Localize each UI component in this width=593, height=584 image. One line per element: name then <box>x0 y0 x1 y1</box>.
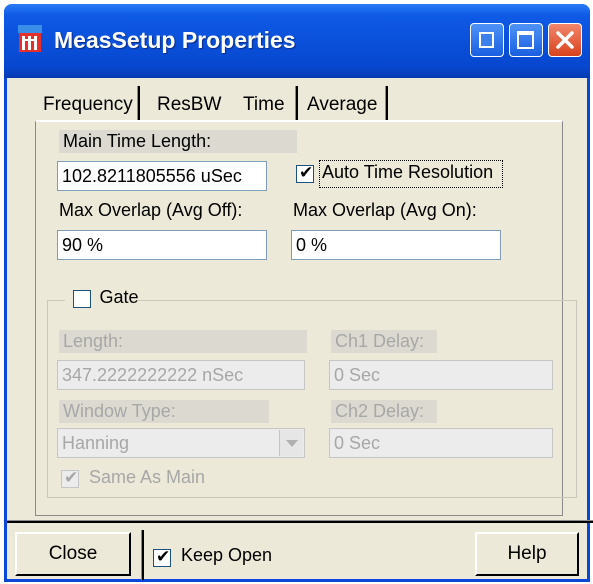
close-icon <box>556 31 574 49</box>
tab-average[interactable]: Average <box>307 88 377 122</box>
close-window-button[interactable] <box>548 23 582 57</box>
ch1-delay-label: Ch1 Delay: <box>331 330 437 353</box>
window-type-select[interactable]: Hanning <box>57 428 305 458</box>
keep-open-checkbox[interactable]: ✔ <box>153 547 171 567</box>
main-time-length-input[interactable]: 102.8211805556 uSec <box>57 161 267 191</box>
title-bar[interactable]: MeasSetup Properties <box>4 4 590 78</box>
tab-resbw[interactable]: ResBW <box>157 88 221 122</box>
same-as-main-label[interactable]: Same As Main <box>89 467 205 488</box>
dialog-window: MeasSetup Properties Frequency ResBW Tim… <box>4 4 593 582</box>
minimize-icon <box>479 32 494 48</box>
max-overlap-avg-on-input[interactable]: 0 % <box>291 230 501 260</box>
window-title: MeasSetup Properties <box>54 27 296 53</box>
tab-frequency[interactable]: Frequency <box>43 88 133 122</box>
ch1-delay-input[interactable]: 0 Sec <box>329 360 553 390</box>
max-overlap-avg-off-input[interactable]: 90 % <box>57 230 267 260</box>
tab-divider <box>295 86 298 120</box>
window-type-label: Window Type: <box>59 400 269 423</box>
tab-divider <box>385 86 388 120</box>
gate-group-title: Gate <box>65 287 138 313</box>
tab-time[interactable]: Time <box>243 88 285 122</box>
footer-divider <box>141 530 144 580</box>
minimize-button[interactable] <box>470 23 504 57</box>
ch2-delay-input[interactable]: 0 Sec <box>329 428 553 458</box>
tab-divider <box>137 86 140 120</box>
gate-label[interactable]: Gate <box>99 287 138 307</box>
checkmark-icon: ✔ <box>299 163 314 182</box>
window-type-value: Hanning <box>62 433 130 453</box>
gate-checkbox[interactable] <box>73 290 91 308</box>
auto-time-resolution-checkbox[interactable]: ✔ <box>296 163 314 183</box>
close-button[interactable]: Close <box>15 532 131 576</box>
ch2-delay-label: Ch2 Delay: <box>331 400 437 423</box>
checkmark-icon: ✔ <box>64 468 79 487</box>
dropdown-button[interactable] <box>279 430 303 456</box>
maximize-button[interactable] <box>509 23 543 57</box>
maximize-icon <box>517 31 534 49</box>
max-overlap-avg-on-label: Max Overlap (Avg On): <box>293 200 477 220</box>
max-overlap-avg-off-label: Max Overlap (Avg Off): <box>59 200 243 220</box>
gate-length-input[interactable]: 347.2222222222 nSec <box>57 360 305 390</box>
gate-length-label: Length: <box>59 330 307 353</box>
auto-time-resolution-label[interactable]: Auto Time Resolution <box>322 162 493 183</box>
chevron-down-icon <box>286 440 298 447</box>
same-as-main-checkbox[interactable]: ✔ <box>61 468 79 488</box>
keep-open-label[interactable]: Keep Open <box>181 545 272 566</box>
main-time-length-label: Main Time Length: <box>59 130 297 153</box>
help-button[interactable]: Help <box>475 532 579 576</box>
app-icon <box>18 25 42 52</box>
footer-separator <box>7 520 593 523</box>
checkmark-icon: ✔ <box>156 547 171 566</box>
